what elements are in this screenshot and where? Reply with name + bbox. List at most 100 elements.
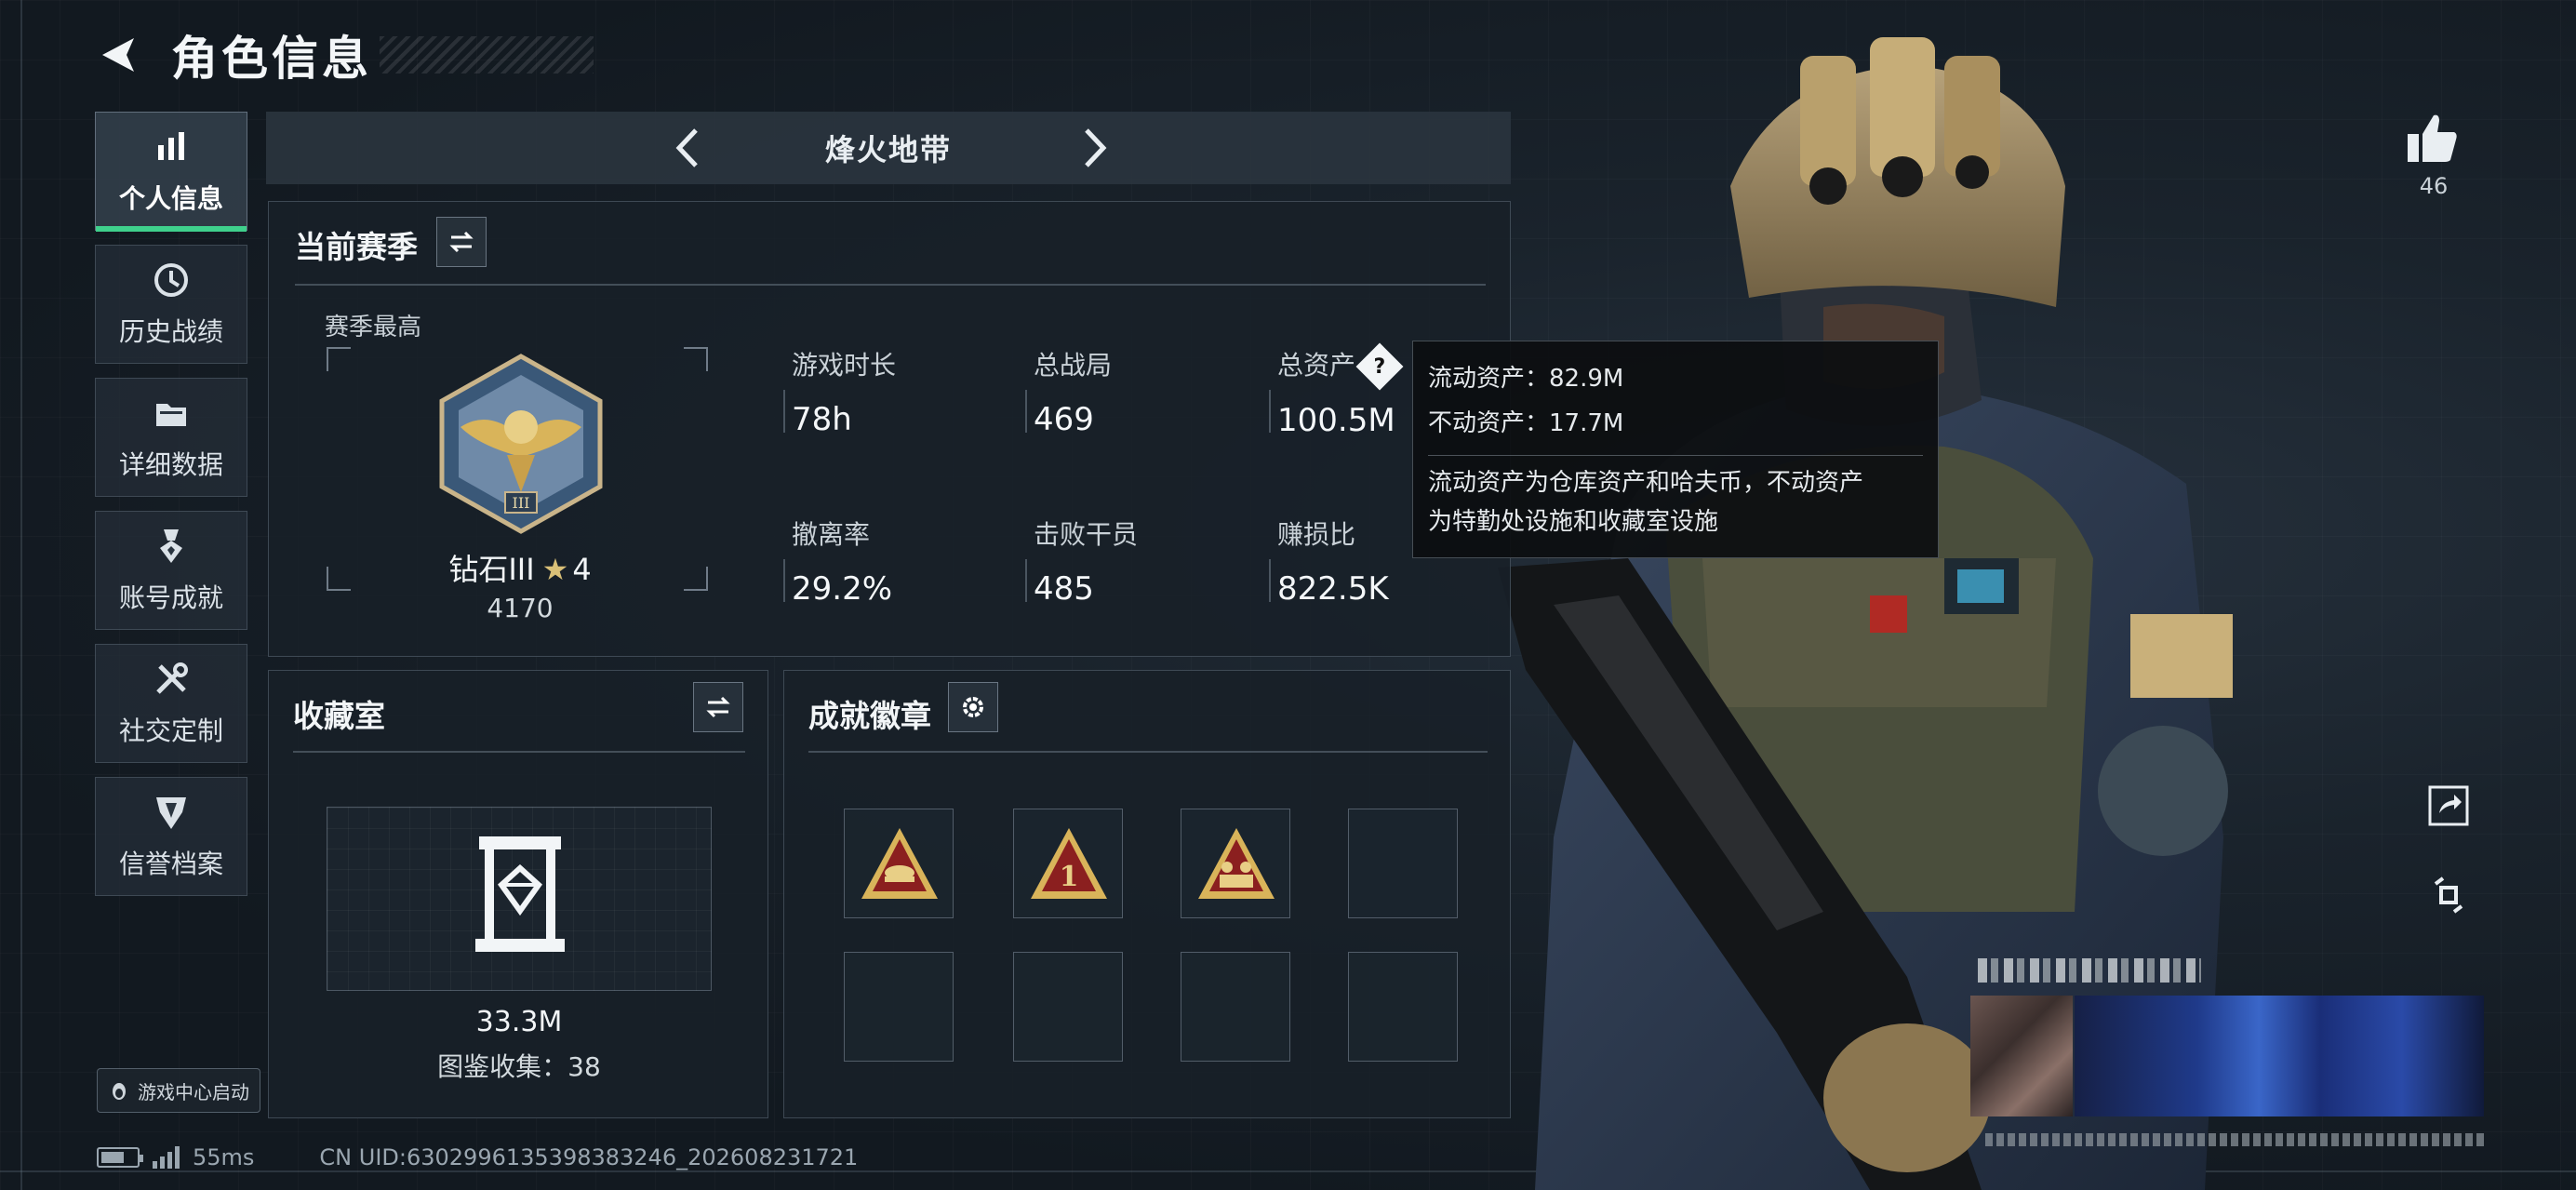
player-banner: [2075, 996, 2484, 1116]
stat-label: 赚损比: [1277, 519, 1356, 550]
sidebar-item-label: 信誉档案: [118, 849, 223, 879]
like-count: 46: [2419, 173, 2449, 199]
stat-divider: [1269, 559, 1271, 602]
rotate-view-button[interactable]: [2423, 869, 2475, 921]
sidebar-item-label: 详细数据: [118, 449, 223, 480]
assets-tooltip: 流动资产：82.9M 不动资产：17.7M 流动资产为仓库资产和哈夫币，不动资产…: [1412, 341, 1939, 558]
stat-value: 485: [1034, 570, 1094, 608]
stat-operators-defeated: 击败干员 485: [1034, 515, 1138, 608]
help-icon[interactable]: ?: [1355, 342, 1404, 391]
player-subtitle-blurred: [1985, 1133, 2488, 1146]
stat-label: 撤离率: [792, 519, 871, 550]
sidebar: 个人信息 历史战绩 详细数据 账号成就 社交定制 信誉档案: [95, 112, 247, 910]
title-decoration: [380, 36, 594, 74]
stat-label: 击败干员: [1034, 519, 1139, 550]
tooltip-liquid-assets: 流动资产：82.9M: [1428, 365, 1624, 393]
badge-slot[interactable]: [1013, 952, 1123, 1062]
sidebar-item-label: 个人信息: [118, 183, 223, 214]
tooltip-description-line-2: 为特勤处设施和收藏室设施: [1428, 508, 1719, 536]
page-title: 角色信息: [171, 32, 372, 86]
stat-value: 822.5K: [1277, 570, 1389, 608]
stat-divider: [1025, 390, 1027, 433]
collection-divider: [293, 751, 745, 753]
back-arrow-icon[interactable]: [93, 29, 145, 81]
folder-icon: [156, 404, 186, 426]
stat-value: 78h: [792, 401, 852, 438]
sidebar-item-social-customization[interactable]: 社交定制: [95, 644, 247, 763]
svg-text:1: 1: [1060, 861, 1079, 893]
stat-value: 100.5M: [1277, 402, 1395, 439]
badge-slot[interactable]: [1348, 952, 1458, 1062]
badge-burger-icon: [861, 828, 938, 899]
season-switch-button[interactable]: [436, 217, 487, 267]
rank-score: 4170: [487, 593, 554, 623]
season-best-label: 赛季最高: [325, 314, 422, 341]
achievements-settings-button[interactable]: [948, 682, 998, 732]
collection-room-panel: 收藏室 33.3M 图鉴收集：38: [268, 670, 768, 1118]
tooltip-description-line-1: 流动资产为仓库资产和哈夫币，不动资产: [1428, 469, 1864, 497]
penguin-icon: [113, 1083, 126, 1100]
sidebar-item-personal-info[interactable]: 个人信息: [95, 112, 247, 232]
collection-value: 33.3M: [475, 1006, 563, 1038]
display-case-icon: [475, 836, 565, 952]
bar-chart-icon: [158, 132, 184, 160]
frame-line-left: [20, 0, 22, 1190]
page-header: 角色信息: [93, 20, 594, 89]
badge-slot[interactable]: [1181, 809, 1290, 918]
stat-divider: [783, 559, 785, 602]
badge-slot[interactable]: [1348, 809, 1458, 918]
badge-number-one-icon: 1: [1031, 828, 1107, 899]
badge-slot[interactable]: [844, 809, 954, 918]
history-icon: [154, 263, 188, 297]
sidebar-item-history[interactable]: 历史战绩: [95, 245, 247, 364]
game-center-launch-button[interactable]: 游戏中心启动: [97, 1068, 260, 1113]
rotate-icon: [2434, 876, 2463, 914]
achievements-divider: [808, 751, 1488, 753]
stat-total-assets: 总资产? 100.5M: [1277, 342, 1404, 439]
swap-icon: [706, 696, 730, 718]
achievements-title: 成就徽章: [808, 698, 931, 734]
current-season-panel: 当前赛季 赛季最高 III 钻石III ★ 4 4170 游戏时长 78h 总战局 …: [268, 201, 1511, 657]
achievement-badges-panel: 成就徽章 1: [783, 670, 1511, 1118]
rank-name: 钻石III ★ 4: [269, 546, 771, 589]
uid-text: CN UID:6302996135398383246_202608231721: [319, 1144, 859, 1170]
share-icon: [2428, 785, 2469, 826]
game-center-label: 游戏中心启动: [138, 1080, 249, 1103]
sidebar-item-detailed-data[interactable]: 详细数据: [95, 378, 247, 497]
share-button[interactable]: [2423, 780, 2475, 832]
tooltip-fixed-assets: 不动资产：17.7M: [1428, 409, 1624, 437]
stat-value: 469: [1034, 401, 1094, 438]
badge-squad-icon: [1198, 828, 1275, 899]
diamond-rank-badge-icon: III: [439, 354, 603, 534]
svg-text:III: III: [513, 494, 530, 512]
shield-icon: [156, 797, 186, 829]
badge-slot[interactable]: [844, 952, 954, 1062]
badge-slot[interactable]: [1181, 952, 1290, 1062]
collection-count: 图鉴收集：38: [437, 1051, 601, 1082]
signal-icon: [153, 1146, 180, 1169]
chevron-right-icon[interactable]: [1068, 123, 1118, 173]
medal-icon: [160, 529, 182, 563]
badge-slot[interactable]: 1: [1013, 809, 1123, 918]
stat-value: 29.2%: [792, 570, 893, 608]
gear-icon: [963, 697, 983, 717]
sidebar-item-label: 账号成就: [118, 582, 223, 613]
stat-divider: [1025, 559, 1027, 602]
swap-icon: [449, 231, 474, 253]
sidebar-item-label: 社交定制: [118, 715, 223, 746]
mode-selector: 烽火地带: [266, 112, 1511, 184]
sidebar-item-account-achievements[interactable]: 账号成就: [95, 511, 247, 630]
mode-title: 烽火地带: [824, 132, 952, 167]
collection-switch-button[interactable]: [693, 682, 743, 732]
star-icon: ★: [541, 552, 569, 587]
player-name-blurred: [1978, 958, 2201, 983]
stat-divider: [783, 390, 785, 433]
sidebar-item-credit-profile[interactable]: 信誉档案: [95, 777, 247, 896]
stat-divider: [1269, 390, 1271, 433]
rank-stars: 4: [572, 552, 592, 587]
chevron-left-icon[interactable]: [664, 123, 714, 173]
ping-value: 55ms: [193, 1144, 255, 1170]
season-divider: [295, 284, 1486, 286]
player-name-card[interactable]: [1970, 958, 2488, 1146]
thumbs-up-icon[interactable]: [2402, 108, 2462, 167]
